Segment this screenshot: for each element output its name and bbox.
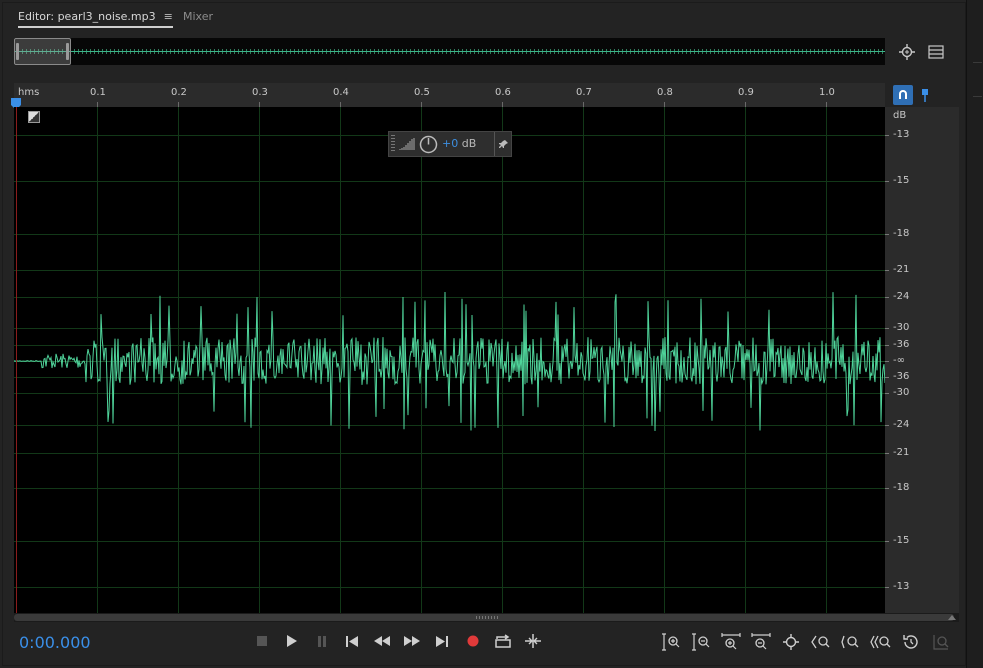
- db-tick: [885, 270, 889, 271]
- selection-start-line: [16, 107, 17, 613]
- db-tick: [885, 393, 889, 394]
- horizontal-scrollbar[interactable]: [14, 613, 959, 622]
- gain-knob-icon[interactable]: [419, 135, 438, 154]
- playhead-marker[interactable]: [11, 95, 21, 110]
- rewind-icon[interactable]: [372, 631, 392, 651]
- db-tick: [885, 587, 889, 588]
- db-tick: [885, 135, 889, 136]
- db-tick: [885, 361, 889, 362]
- snap-magnet-icon[interactable]: [893, 85, 913, 105]
- ruler-label: 0.1: [90, 87, 106, 98]
- gain-hud[interactable]: +0 dB: [388, 131, 512, 157]
- overview-viewport-handle[interactable]: [14, 38, 71, 65]
- ruler-label: 0.3: [252, 87, 268, 98]
- zoom-in-left-icon[interactable]: [810, 631, 832, 653]
- db-tick: [885, 234, 889, 235]
- db-tick: [885, 181, 889, 182]
- play-icon[interactable]: [282, 631, 302, 651]
- ruler-label: 0.6: [495, 87, 511, 98]
- panel-menu-icon[interactable]: [925, 41, 947, 63]
- level-bars-icon: [399, 138, 415, 150]
- db-label: -21: [893, 264, 910, 275]
- pin-icon[interactable]: [499, 139, 509, 149]
- spectral-toggle-icon[interactable]: [28, 111, 40, 123]
- zoom-out-full-icon[interactable]: [780, 631, 802, 653]
- db-label: -24: [893, 291, 910, 302]
- gain-value[interactable]: +0 dB: [442, 137, 476, 150]
- record-icon[interactable]: [463, 631, 483, 651]
- db-label: -24: [893, 419, 910, 430]
- db-tick: [885, 425, 889, 426]
- db-label: -18: [893, 228, 910, 239]
- zoom-disabled-icon: [930, 631, 952, 653]
- ruler-label: 0.4: [333, 87, 349, 98]
- ruler-label: 0.9: [738, 87, 754, 98]
- db-tick: [885, 377, 889, 378]
- ruler-unit: hms: [18, 87, 40, 98]
- ruler-label: 0.5: [414, 87, 430, 98]
- zoom-reset-icon[interactable]: [900, 631, 922, 653]
- tab-menu-icon[interactable]: ≡: [164, 10, 173, 23]
- pause-icon[interactable]: [312, 631, 332, 651]
- db-tick: [885, 453, 889, 454]
- db-tick: [885, 541, 889, 542]
- db-label: -30: [893, 322, 910, 333]
- db-label: -13: [893, 581, 910, 592]
- db-unit: dB: [893, 110, 907, 121]
- tab-editor-label: Editor: pearl3_noise.mp3: [18, 10, 156, 23]
- skip-selection-icon[interactable]: [523, 631, 543, 651]
- waveform-canvas: [14, 107, 885, 613]
- db-tick: [885, 328, 889, 329]
- overview-navigator[interactable]: [14, 38, 885, 65]
- db-label: -18: [893, 482, 910, 493]
- hud-drag-handle[interactable]: [391, 135, 395, 153]
- db-label: -15: [893, 535, 910, 546]
- ruler-label: 0.7: [576, 87, 592, 98]
- db-label: -∞: [893, 355, 905, 366]
- tab-mixer[interactable]: Mixer: [183, 9, 213, 25]
- db-tick: [885, 297, 889, 298]
- db-label: -15: [893, 175, 910, 186]
- db-label: -36: [893, 371, 910, 382]
- waveform-display[interactable]: [14, 107, 885, 613]
- db-label: -36: [893, 339, 910, 350]
- zoom-to-selection-icon[interactable]: [896, 41, 918, 63]
- zoom-in-right-icon[interactable]: [840, 631, 862, 653]
- go-to-start-icon[interactable]: [342, 631, 362, 651]
- fast-forward-icon[interactable]: [402, 631, 422, 651]
- zoom-selection-icon[interactable]: [870, 631, 892, 653]
- amplitude-ruler[interactable]: dB -13 -15 -18 -21 -24 -30 -36 -∞ -36 -30 -24 -21 -1…: [885, 107, 959, 613]
- db-label: -13: [893, 129, 910, 140]
- go-to-end-icon[interactable]: [432, 631, 452, 651]
- zoom-out-amplitude-icon[interactable]: [690, 631, 712, 653]
- db-tick: [885, 345, 889, 346]
- ruler-label: 0.8: [657, 87, 673, 98]
- zoom-out-time-icon[interactable]: [750, 631, 772, 653]
- zoom-in-amplitude-icon[interactable]: [660, 631, 682, 653]
- current-time-display[interactable]: 0:00.000: [19, 633, 91, 652]
- right-panel-edge: [966, 0, 983, 668]
- time-ruler[interactable]: hms 0.1 0.2 0.3 0.4 0.5 0.6 0.7 0.8 0.9 1.0: [14, 83, 885, 108]
- ruler-label: 1.0: [819, 87, 835, 98]
- tab-editor[interactable]: Editor: pearl3_noise.mp3 ≡: [18, 9, 173, 28]
- marker-pin-icon[interactable]: [916, 85, 934, 105]
- loop-icon[interactable]: [493, 631, 513, 651]
- scroll-right-arrow-icon[interactable]: [948, 615, 956, 620]
- zoom-in-time-icon[interactable]: [720, 631, 742, 653]
- db-label: -21: [893, 447, 910, 458]
- stop-icon[interactable]: [252, 631, 272, 651]
- db-tick: [885, 488, 889, 489]
- ruler-label: 0.2: [171, 87, 187, 98]
- db-label: -30: [893, 387, 910, 398]
